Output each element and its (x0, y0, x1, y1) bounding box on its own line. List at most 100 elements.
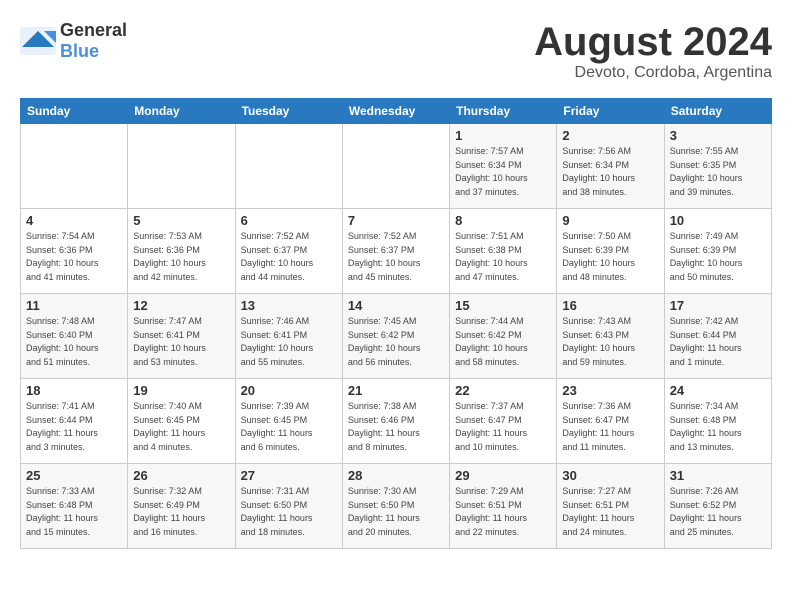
calendar-cell: 17Sunrise: 7:42 AM Sunset: 6:44 PM Dayli… (664, 294, 771, 379)
logo-blue: Blue (60, 41, 99, 61)
calendar-table: SundayMondayTuesdayWednesdayThursdayFrid… (20, 98, 772, 549)
calendar-cell (128, 124, 235, 209)
calendar-cell: 18 Sunrise: 7:41 AM Sunset: 6:44 PM Dayli… (21, 379, 128, 464)
calendar-cell: 5Sunrise: 7:53 AM Sunset: 6:36 PM Daylig… (128, 209, 235, 294)
day-info: Sunrise: 7:47 AM Sunset: 6:41 PM Dayligh… (133, 315, 229, 369)
calendar-cell: 30 Sunrise: 7:27 AM Sunset: 6:51 PM Dayli… (557, 464, 664, 549)
calendar-cell: 25Sunrise: 7:33 AM Sunset: 6:48 PM Dayli… (21, 464, 128, 549)
calendar-cell: 9 Sunrise: 7:50 AM Sunset: 6:39 PM Daylig… (557, 209, 664, 294)
day-number: 20 (241, 383, 337, 398)
page-header: General Blue August 2024 Devoto, Cordoba… (20, 20, 772, 82)
calendar-cell: 13 Sunrise: 7:46 AM Sunset: 6:41 PM Dayli… (235, 294, 342, 379)
logo-icon (20, 27, 56, 55)
day-number: 29 (455, 468, 551, 483)
calendar-cell: 28 Sunrise: 7:30 AM Sunset: 6:50 PM Dayli… (342, 464, 449, 549)
day-info: Sunrise: 7:43 AM Sunset: 6:43 PM Dayligh… (562, 315, 658, 369)
calendar-cell (21, 124, 128, 209)
day-header-tuesday: Tuesday (235, 99, 342, 124)
day-number: 10 (670, 213, 766, 228)
day-info: Sunrise: 7:55 AM Sunset: 6:35 PM Dayligh… (670, 145, 766, 199)
day-info: Sunrise: 7:38 AM Sunset: 6:46 PM Dayligh… (348, 400, 444, 454)
day-info: Sunrise: 7:49 AM Sunset: 6:39 PM Dayligh… (670, 230, 766, 284)
day-number: 28 (348, 468, 444, 483)
day-header-saturday: Saturday (664, 99, 771, 124)
day-number: 15 (455, 298, 551, 313)
day-info: Sunrise: 7:32 AM Sunset: 6:49 PM Dayligh… (133, 485, 229, 539)
calendar-cell: 15Sunrise: 7:44 AM Sunset: 6:42 PM Dayli… (450, 294, 557, 379)
calendar-cell: 24Sunrise: 7:34 AM Sunset: 6:48 PM Dayli… (664, 379, 771, 464)
day-number: 27 (241, 468, 337, 483)
day-info: Sunrise: 7:37 AM Sunset: 6:47 PM Dayligh… (455, 400, 551, 454)
logo: General Blue (20, 20, 127, 62)
day-info: Sunrise: 7:46 AM Sunset: 6:41 PM Dayligh… (241, 315, 337, 369)
day-number: 5 (133, 213, 229, 228)
day-header-thursday: Thursday (450, 99, 557, 124)
day-number: 19 (133, 383, 229, 398)
calendar-cell: 6 Sunrise: 7:52 AM Sunset: 6:37 PM Daylig… (235, 209, 342, 294)
day-number: 22 (455, 383, 551, 398)
day-info: Sunrise: 7:57 AM Sunset: 6:34 PM Dayligh… (455, 145, 551, 199)
day-info: Sunrise: 7:52 AM Sunset: 6:37 PM Dayligh… (241, 230, 337, 284)
calendar-cell: 20 Sunrise: 7:39 AM Sunset: 6:45 PM Dayli… (235, 379, 342, 464)
day-info: Sunrise: 7:30 AM Sunset: 6:50 PM Dayligh… (348, 485, 444, 539)
calendar-cell: 2Sunrise: 7:56 AM Sunset: 6:34 PM Daylig… (557, 124, 664, 209)
day-info: Sunrise: 7:27 AM Sunset: 6:51 PM Dayligh… (562, 485, 658, 539)
day-info: Sunrise: 7:45 AM Sunset: 6:42 PM Dayligh… (348, 315, 444, 369)
day-info: Sunrise: 7:34 AM Sunset: 6:48 PM Dayligh… (670, 400, 766, 454)
calendar-cell: 1 Sunrise: 7:57 AM Sunset: 6:34 PM Daylig… (450, 124, 557, 209)
calendar-cell: 27 Sunrise: 7:31 AM Sunset: 6:50 PM Dayli… (235, 464, 342, 549)
day-number: 1 (455, 128, 551, 143)
day-number: 7 (348, 213, 444, 228)
day-number: 30 (562, 468, 658, 483)
day-number: 2 (562, 128, 658, 143)
day-info: Sunrise: 7:31 AM Sunset: 6:50 PM Dayligh… (241, 485, 337, 539)
day-number: 6 (241, 213, 337, 228)
calendar-cell: 11Sunrise: 7:48 AM Sunset: 6:40 PM Dayli… (21, 294, 128, 379)
day-info: Sunrise: 7:54 AM Sunset: 6:36 PM Dayligh… (26, 230, 122, 284)
week-row-5: 25Sunrise: 7:33 AM Sunset: 6:48 PM Dayli… (21, 464, 772, 549)
day-info: Sunrise: 7:42 AM Sunset: 6:44 PM Dayligh… (670, 315, 766, 369)
day-number: 13 (241, 298, 337, 313)
calendar-cell (235, 124, 342, 209)
day-header-row: SundayMondayTuesdayWednesdayThursdayFrid… (21, 99, 772, 124)
calendar-cell: 12Sunrise: 7:47 AM Sunset: 6:41 PM Dayli… (128, 294, 235, 379)
day-number: 4 (26, 213, 122, 228)
day-info: Sunrise: 7:52 AM Sunset: 6:37 PM Dayligh… (348, 230, 444, 284)
calendar-cell: 19 Sunrise: 7:40 AM Sunset: 6:45 PM Dayli… (128, 379, 235, 464)
title-area: August 2024 Devoto, Cordoba, Argentina (534, 20, 772, 82)
day-header-wednesday: Wednesday (342, 99, 449, 124)
calendar-cell: 22 Sunrise: 7:37 AM Sunset: 6:47 PM Dayli… (450, 379, 557, 464)
day-info: Sunrise: 7:51 AM Sunset: 6:38 PM Dayligh… (455, 230, 551, 284)
calendar-cell: 4 Sunrise: 7:54 AM Sunset: 6:36 PM Daylig… (21, 209, 128, 294)
day-number: 31 (670, 468, 766, 483)
day-number: 8 (455, 213, 551, 228)
week-row-4: 18 Sunrise: 7:41 AM Sunset: 6:44 PM Dayli… (21, 379, 772, 464)
day-number: 21 (348, 383, 444, 398)
day-info: Sunrise: 7:39 AM Sunset: 6:45 PM Dayligh… (241, 400, 337, 454)
calendar-subtitle: Devoto, Cordoba, Argentina (534, 64, 772, 82)
day-info: Sunrise: 7:40 AM Sunset: 6:45 PM Dayligh… (133, 400, 229, 454)
day-info: Sunrise: 7:48 AM Sunset: 6:40 PM Dayligh… (26, 315, 122, 369)
day-number: 18 (26, 383, 122, 398)
day-info: Sunrise: 7:26 AM Sunset: 6:52 PM Dayligh… (670, 485, 766, 539)
week-row-2: 4 Sunrise: 7:54 AM Sunset: 6:36 PM Daylig… (21, 209, 772, 294)
day-info: Sunrise: 7:36 AM Sunset: 6:47 PM Dayligh… (562, 400, 658, 454)
day-info: Sunrise: 7:29 AM Sunset: 6:51 PM Dayligh… (455, 485, 551, 539)
day-number: 3 (670, 128, 766, 143)
day-number: 9 (562, 213, 658, 228)
logo-general: General (60, 20, 127, 40)
day-number: 14 (348, 298, 444, 313)
calendar-cell: 21 Sunrise: 7:38 AM Sunset: 6:46 PM Dayli… (342, 379, 449, 464)
calendar-cell: 14 Sunrise: 7:45 AM Sunset: 6:42 PM Dayli… (342, 294, 449, 379)
day-number: 23 (562, 383, 658, 398)
day-header-monday: Monday (128, 99, 235, 124)
day-number: 16 (562, 298, 658, 313)
calendar-cell: 8 Sunrise: 7:51 AM Sunset: 6:38 PM Daylig… (450, 209, 557, 294)
logo-text: General Blue (60, 20, 127, 62)
day-info: Sunrise: 7:50 AM Sunset: 6:39 PM Dayligh… (562, 230, 658, 284)
calendar-cell: 31 Sunrise: 7:26 AM Sunset: 6:52 PM Dayli… (664, 464, 771, 549)
day-info: Sunrise: 7:41 AM Sunset: 6:44 PM Dayligh… (26, 400, 122, 454)
calendar-cell: 16 Sunrise: 7:43 AM Sunset: 6:43 PM Dayli… (557, 294, 664, 379)
day-header-sunday: Sunday (21, 99, 128, 124)
calendar-cell: 23 Sunrise: 7:36 AM Sunset: 6:47 PM Dayli… (557, 379, 664, 464)
